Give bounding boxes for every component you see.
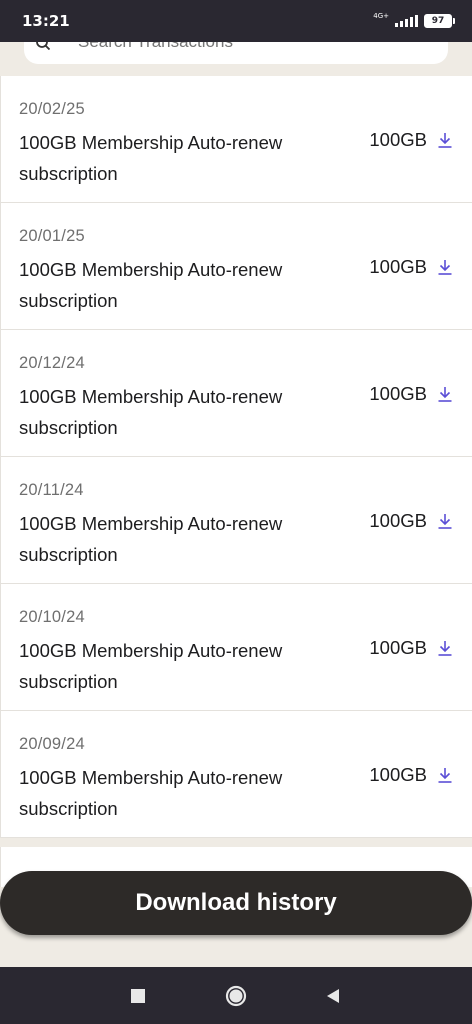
network-type-label: 4G+ [373,11,389,20]
search-icon [36,42,50,50]
transaction-date: 20/09/24 [19,735,85,753]
transaction-amount: 100GB [369,129,427,150]
transaction-row: 20/09/24 100GB Membership Auto-renew subs… [0,711,472,838]
battery-level: 97 [431,16,445,26]
search-input[interactable] [78,42,418,52]
transaction-date: 20/12/24 [19,354,85,372]
transaction-row: 20/10/24 100GB Membership Auto-renew subs… [0,584,472,711]
circle-icon[interactable] [225,985,247,1007]
download-icon[interactable] [437,132,453,149]
transaction-description: 100GB Membership Auto-renew subscription [19,513,283,565]
transaction-row: 20/01/25 100GB Membership Auto-renew subs… [0,203,472,330]
status-bar: 13:21 4G+ 97 [0,0,472,42]
status-icons: 4G+ 97 [373,11,455,31]
transaction-description: 100GB Membership Auto-renew subscription [19,640,283,692]
transaction-list: 20/02/25 100GB Membership Auto-renew subs… [0,76,472,838]
download-icon[interactable] [437,513,453,530]
battery-icon: 97 [424,14,455,28]
transaction-description: 100GB Membership Auto-renew subscription [19,259,283,311]
transaction-amount: 100GB [369,764,427,785]
transaction-amount: 100GB [369,637,427,658]
transactions-screen: 20/02/25 100GB Membership Auto-renew subs… [0,42,472,967]
download-icon[interactable] [437,259,453,276]
search-bar[interactable] [24,42,448,64]
transaction-description: 100GB Membership Auto-renew subscription [19,386,283,438]
navigation-bar [0,967,472,1024]
transaction-amount: 100GB [369,383,427,404]
transaction-row: 20/12/24 100GB Membership Auto-renew subs… [0,330,472,457]
download-history-button[interactable]: Download history [0,871,472,935]
status-time: 13:21 [22,12,70,30]
signal-icon [395,15,418,27]
transaction-description: 100GB Membership Auto-renew subscription [19,767,283,819]
download-icon[interactable] [437,386,453,403]
transaction-date: 20/01/25 [19,227,85,245]
download-icon[interactable] [437,640,453,657]
transaction-date: 20/11/24 [19,481,84,499]
transaction-date: 20/10/24 [19,608,85,626]
transaction-date: 20/02/25 [19,100,85,118]
transaction-description: 100GB Membership Auto-renew subscription [19,132,283,184]
transaction-amount: 100GB [369,256,427,277]
square-icon[interactable] [127,985,149,1007]
download-icon[interactable] [437,767,453,784]
triangle-back-icon[interactable] [322,985,344,1007]
transaction-amount: 100GB [369,510,427,531]
transaction-row: 20/11/24 100GB Membership Auto-renew subs… [0,457,472,584]
transaction-row: 20/02/25 100GB Membership Auto-renew subs… [0,76,472,203]
